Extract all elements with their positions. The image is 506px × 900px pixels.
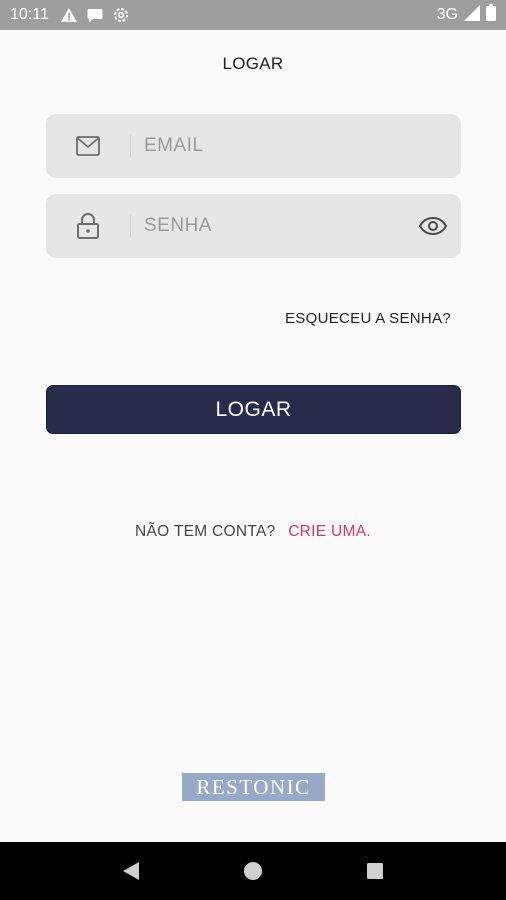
brand-logo: RESTONIC xyxy=(182,773,325,801)
password-field[interactable] xyxy=(46,194,461,258)
back-icon[interactable] xyxy=(111,851,151,891)
status-time: 10:11 xyxy=(10,6,49,23)
signup-question: NÃO TEM CONTA? xyxy=(135,523,276,540)
email-input[interactable] xyxy=(131,114,461,178)
recents-icon[interactable] xyxy=(355,851,395,891)
forgot-password-link[interactable]: ESQUECEU A SENHA? xyxy=(285,310,451,327)
signal-icon xyxy=(464,4,480,26)
password-input[interactable] xyxy=(131,194,405,258)
navigation-bar xyxy=(0,842,506,900)
mail-icon xyxy=(46,136,130,156)
chat-bubble-icon xyxy=(87,7,103,23)
email-field[interactable] xyxy=(46,114,461,178)
battery-icon xyxy=(486,4,496,26)
page-title: LOGAR xyxy=(222,54,284,73)
home-icon[interactable] xyxy=(233,851,273,891)
network-type: 3G xyxy=(436,6,458,23)
create-account-link[interactable]: CRIE UMA. xyxy=(288,523,371,540)
lock-icon xyxy=(46,213,130,239)
eye-icon[interactable] xyxy=(405,194,461,258)
settings-icon xyxy=(113,7,129,23)
status-bar: 10:11 3G xyxy=(0,0,506,30)
signup-prompt: NÃO TEM CONTA? CRIE UMA. xyxy=(0,523,506,541)
warning-icon xyxy=(60,7,77,23)
login-button[interactable]: LOGAR xyxy=(46,385,461,434)
